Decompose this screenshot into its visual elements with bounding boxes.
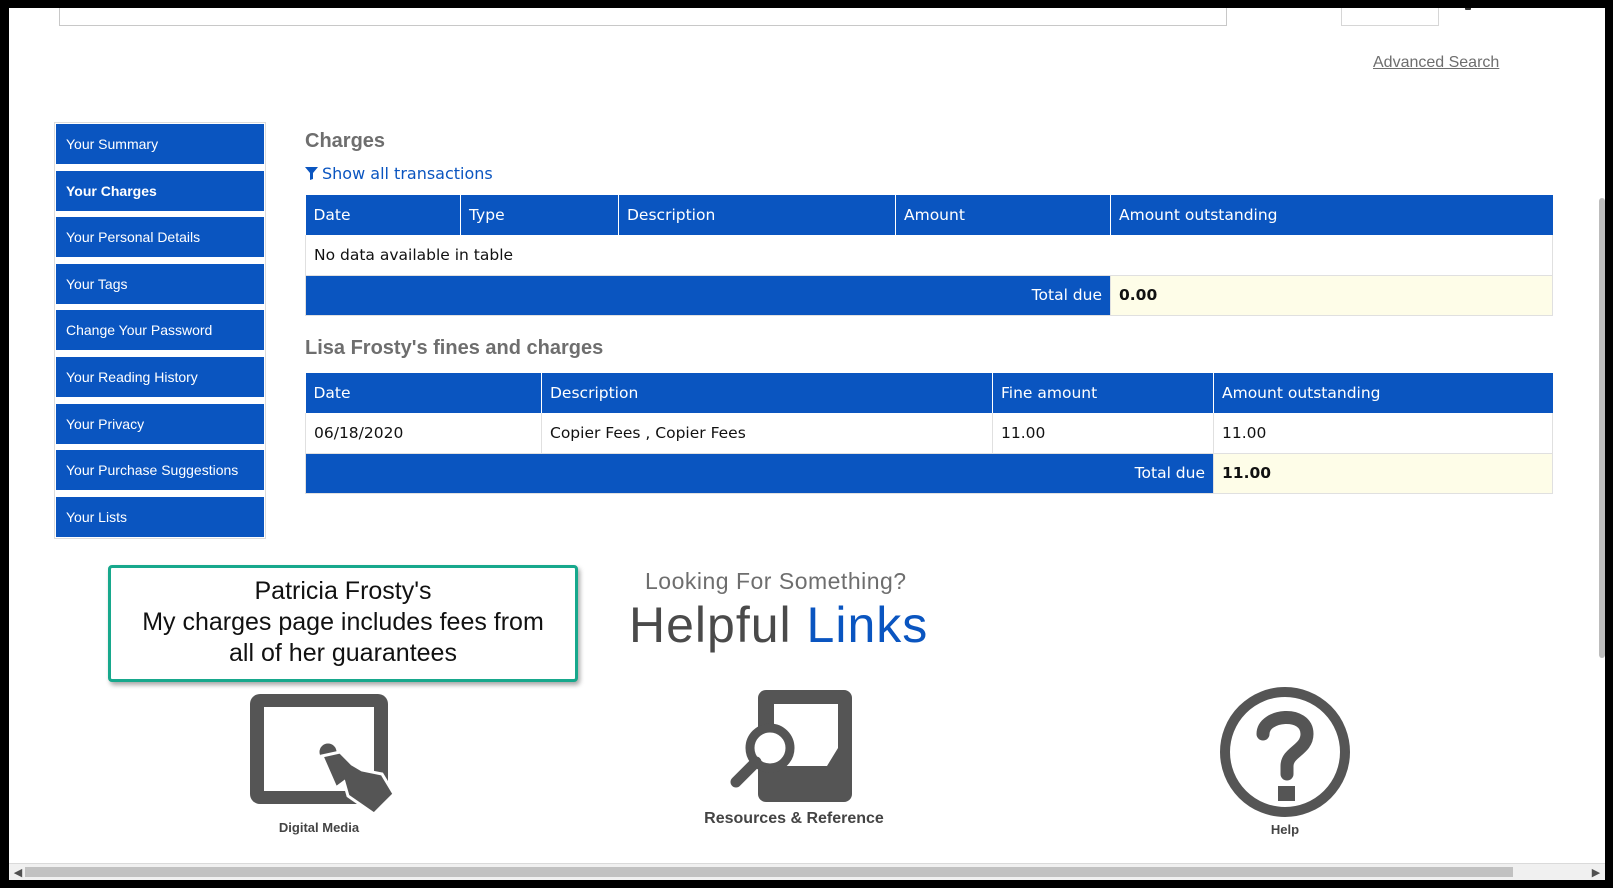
digital-media-link[interactable]: Digital Media	[239, 690, 399, 835]
total-row: Total due 0.00	[305, 275, 1553, 316]
sidebar-item-summary[interactable]: Your Summary	[56, 124, 264, 164]
column-header-type[interactable]: Type	[460, 195, 619, 235]
callout-line-1: Patricia Frosty's	[254, 577, 432, 605]
help-link[interactable]: Help	[1215, 682, 1355, 837]
annotation-callout: Patricia Frosty's My charges page includ…	[108, 565, 578, 682]
sidebar-item-lists[interactable]: Your Lists	[56, 496, 264, 537]
guarantee-fines-table: Date Description Fine amount Amount outs…	[305, 373, 1553, 494]
fine-amount-outstanding: 11.00	[1213, 413, 1553, 454]
total-due-value: 11.00	[1213, 453, 1553, 494]
browser-viewport: Advanced Search Your Summary Your Charge…	[9, 8, 1605, 880]
column-header-description[interactable]: Description	[618, 195, 896, 235]
helpful-links-title-part2: Links	[806, 597, 929, 653]
column-header-amount-outstanding[interactable]: Amount outstanding	[1110, 195, 1553, 235]
table-row: 06/18/2020 Copier Fees , Copier Fees 11.…	[305, 413, 1553, 454]
search-button-fragment[interactable]	[1465, 8, 1471, 10]
sidebar-item-tags[interactable]: Your Tags	[56, 263, 264, 304]
filter-icon	[305, 167, 318, 180]
scroll-right-arrow-icon[interactable]: ▶	[1589, 866, 1603, 879]
advanced-search-link[interactable]: Advanced Search	[1373, 54, 1499, 72]
column-header-amount-outstanding[interactable]: Amount outstanding	[1213, 373, 1553, 413]
callout-line-2: My charges page includes fees from	[142, 608, 544, 636]
sidebar-item-personal-details[interactable]: Your Personal Details	[56, 217, 264, 258]
resources-reference-link[interactable]: Resources & Reference	[699, 688, 889, 828]
vertical-scrollbar[interactable]	[1599, 198, 1605, 658]
total-due-label: Total due	[305, 453, 1214, 494]
sidebar-item-charges[interactable]: Your Charges	[56, 170, 264, 211]
search-input[interactable]	[59, 8, 1227, 26]
show-all-transactions-label: Show all transactions	[322, 164, 493, 183]
horizontal-scrollbar[interactable]: ◀ ▶	[9, 863, 1605, 880]
sidebar-item-reading-history[interactable]: Your Reading History	[56, 356, 264, 397]
search-scope-select[interactable]	[1341, 8, 1439, 26]
resources-reference-label: Resources & Reference	[704, 810, 884, 827]
horizontal-scrollbar-thumb[interactable]	[25, 867, 1513, 877]
column-header-date[interactable]: Date	[305, 195, 461, 235]
total-due-label: Total due	[305, 275, 1111, 316]
empty-table-message: No data available in table	[305, 235, 1553, 276]
fine-date: 06/18/2020	[305, 413, 542, 454]
charges-table: Date Type Description Amount Amount outs…	[305, 195, 1553, 316]
search-document-icon	[730, 690, 852, 802]
charges-heading: Charges	[305, 130, 386, 152]
helpful-links-subtitle: Looking For Something?	[645, 568, 907, 594]
scroll-left-arrow-icon[interactable]: ◀	[11, 866, 25, 879]
callout-line-3: all of her guarantees	[229, 639, 457, 667]
fine-description: Copier Fees , Copier Fees	[541, 413, 993, 454]
total-due-value: 0.00	[1110, 275, 1553, 316]
sidebar-item-change-password[interactable]: Change Your Password	[56, 310, 264, 351]
show-all-transactions-link[interactable]: Show all transactions	[305, 164, 493, 183]
total-row: Total due 11.00	[305, 453, 1553, 494]
tablet-touch-icon	[250, 694, 394, 816]
fine-amount: 11.00	[992, 413, 1214, 454]
column-header-date[interactable]: Date	[305, 373, 542, 413]
column-header-description[interactable]: Description	[541, 373, 993, 413]
table-row: No data available in table	[305, 235, 1553, 276]
column-header-amount[interactable]: Amount	[895, 195, 1111, 235]
sidebar-item-purchase-suggestions[interactable]: Your Purchase Suggestions	[56, 450, 264, 491]
column-header-fine-amount[interactable]: Fine amount	[992, 373, 1214, 413]
helpful-links-title: Helpful Links	[629, 596, 928, 654]
helpful-links-title-part1: Helpful	[629, 597, 792, 653]
help-label: Help	[1270, 822, 1300, 837]
question-circle-icon	[1220, 687, 1350, 817]
sidebar-item-privacy[interactable]: Your Privacy	[56, 403, 264, 444]
guarantee-fines-heading: Lisa Frosty's fines and charges	[305, 337, 604, 359]
digital-media-label: Digital Media	[278, 820, 360, 835]
account-sidebar: Your Summary Your Charges Your Personal …	[54, 122, 266, 539]
